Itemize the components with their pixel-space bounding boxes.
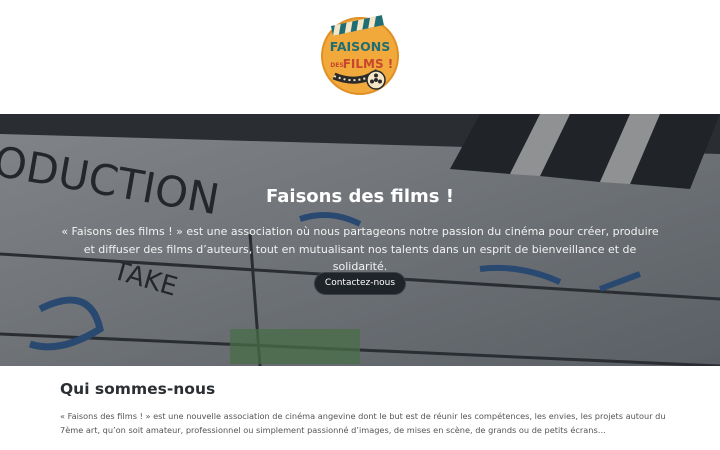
about-description: « Faisons des films ! » est une nouvelle… (60, 411, 666, 435)
logo-text-faisons: FAISONS (330, 39, 391, 54)
site-logo[interactable]: FAISONS DES FILMS ! (318, 10, 402, 98)
contact-button[interactable]: Contactez-nous (314, 272, 406, 295)
logo-text-des: DES (330, 62, 343, 69)
hero-title: Faisons des films ! (266, 186, 454, 207)
hero-description: « Faisons des films ! » est une associat… (61, 225, 659, 273)
site-header: FAISONS DES FILMS ! (0, 0, 720, 114)
logo-text-films: FILMS ! (343, 57, 394, 71)
clapperboard-logo-icon: FAISONS DES FILMS ! (321, 15, 399, 95)
about-title: Qui sommes-nous (60, 380, 216, 398)
hero-banner: ODUCTION TAKE Faisons des films ! « Fais… (0, 114, 720, 366)
